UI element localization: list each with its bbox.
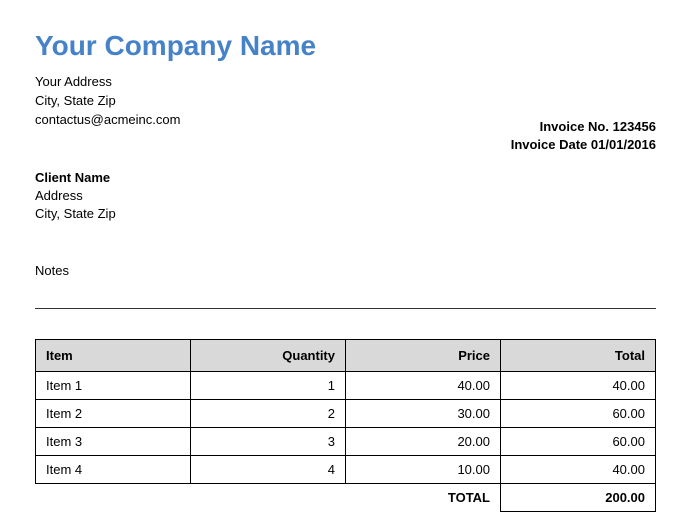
client-block: Client Name Address City, State Zip [35, 169, 656, 224]
total-label: TOTAL [36, 484, 501, 512]
cell-item: Item 3 [36, 428, 191, 456]
invoice-date-row: Invoice Date 01/01/2016 [511, 136, 656, 154]
company-address-line2: City, State Zip [35, 93, 656, 110]
cell-quantity: 2 [191, 400, 346, 428]
cell-total: 60.00 [501, 428, 656, 456]
cell-item: Item 1 [36, 372, 191, 400]
client-address-line2: City, State Zip [35, 205, 656, 223]
cell-item: Item 4 [36, 456, 191, 484]
company-address-line1: Your Address [35, 74, 656, 91]
client-address-line1: Address [35, 187, 656, 205]
invoice-date-value: 01/01/2016 [591, 137, 656, 152]
header-quantity: Quantity [191, 340, 346, 372]
cell-item: Item 2 [36, 400, 191, 428]
table-row: Item 4 4 10.00 40.00 [36, 456, 656, 484]
cell-price: 10.00 [346, 456, 501, 484]
table-header-row: Item Quantity Price Total [36, 340, 656, 372]
invoice-header: Your Company Name Your Address City, Sta… [35, 30, 656, 129]
header-item: Item [36, 340, 191, 372]
cell-quantity: 4 [191, 456, 346, 484]
cell-quantity: 1 [191, 372, 346, 400]
table-row: Item 3 3 20.00 60.00 [36, 428, 656, 456]
total-value: 200.00 [501, 484, 656, 512]
company-name: Your Company Name [35, 30, 656, 62]
header-price: Price [346, 340, 501, 372]
invoice-number-row: Invoice No. 123456 [511, 118, 656, 136]
cell-price: 20.00 [346, 428, 501, 456]
cell-price: 40.00 [346, 372, 501, 400]
cell-total: 40.00 [501, 372, 656, 400]
table-row: Item 1 1 40.00 40.00 [36, 372, 656, 400]
header-total: Total [501, 340, 656, 372]
section-divider [35, 308, 656, 309]
table-total-row: TOTAL 200.00 [36, 484, 656, 512]
cell-quantity: 3 [191, 428, 346, 456]
client-name: Client Name [35, 169, 656, 187]
invoice-meta: Invoice No. 123456 Invoice Date 01/01/20… [511, 118, 656, 154]
cell-price: 30.00 [346, 400, 501, 428]
invoice-date-label: Invoice Date [511, 137, 588, 152]
invoice-number-value: 123456 [613, 119, 656, 134]
cell-total: 60.00 [501, 400, 656, 428]
invoice-table: Item Quantity Price Total Item 1 1 40.00… [35, 339, 656, 512]
invoice-number-label: Invoice No. [540, 119, 609, 134]
table-row: Item 2 2 30.00 60.00 [36, 400, 656, 428]
notes-label: Notes [35, 263, 656, 278]
cell-total: 40.00 [501, 456, 656, 484]
